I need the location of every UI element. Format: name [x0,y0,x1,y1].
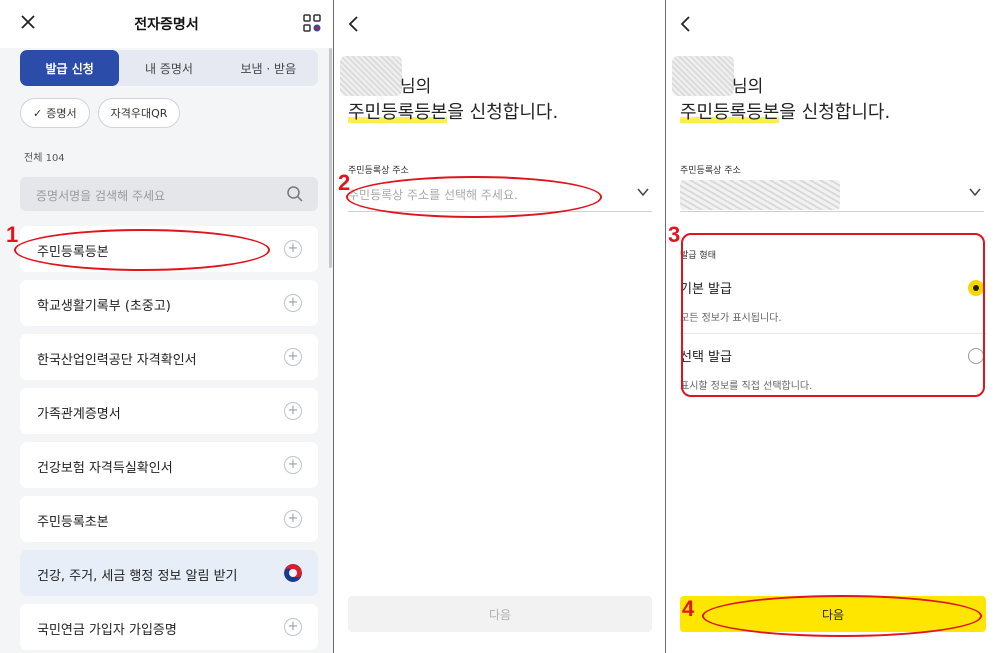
chip-label: 자격우대QR [110,107,168,120]
next-button[interactable]: 다음 [348,596,652,632]
certificate-list-screen: 전자증명서 발급 신청 내 증명서 보냄 · 받음 ✓ 증명서 자격우대QR 전… [0,0,333,653]
headline-rest: 을 신청합니다. [779,102,891,123]
search-placeholder: 증명서명을 검색해 주세요 [36,189,166,203]
back-arrow-icon[interactable] [346,14,362,34]
item-label: 학교생활기록부 (초중고) [37,299,171,314]
plus-icon[interactable]: + [284,618,302,636]
search-input[interactable]: 증명서명을 검색해 주세요 [20,177,318,211]
field-label: 주민등록상 주소 [348,166,409,176]
blurred-address [680,180,840,210]
annotation-oval-4 [702,595,982,637]
chip-qualification-qr[interactable]: 자격우대QR [97,98,181,128]
headline-highlight: 주민등록등본 [680,102,780,123]
headline-rest: 을 신청합니다. [447,102,559,123]
annotation-step-3: 3 [668,222,681,247]
plus-icon[interactable]: + [284,348,302,366]
chevron-down-icon[interactable] [636,185,650,199]
headline: 주민등록등본을 신청합니다. [680,98,890,124]
item-label: 건강, 주거, 세금 행정 정보 알림 받기 [37,569,238,584]
chevron-down-icon[interactable] [968,185,982,199]
page-title: 전자증명서 [134,17,199,33]
address-select-screen: 님의 주민등록등본을 신청합니다. 주민등록상 주소 주민등록상 주소를 선택해… [334,0,665,653]
greeting: 님의 [732,77,764,97]
list-item[interactable]: 한국산업인력공단 자격확인서 + [20,334,318,380]
list-item[interactable]: 건강, 주거, 세금 행정 정보 알림 받기 [20,550,318,596]
header: 전자증명서 [0,0,333,48]
blurred-user-name [340,56,402,96]
back-arrow-icon[interactable] [678,14,694,34]
address-dropdown[interactable] [680,180,984,212]
tab-apply[interactable]: 발급 신청 [20,50,120,86]
annotation-step-4: 4 [682,596,695,621]
item-label: 건강보험 자격득실확인서 [37,461,173,476]
korea-gov-emblem-icon [284,564,302,582]
annotation-box-3 [681,233,985,397]
tab-my-certificates[interactable]: 내 증명서 [119,50,218,86]
annotation-oval-1 [14,229,270,271]
tab-bar: 발급 신청 내 증명서 보냄 · 받음 [20,50,318,86]
headline-highlight: 주민등록등본 [348,102,448,123]
blurred-user-name [672,56,734,96]
scrollbar[interactable] [329,48,332,268]
plus-icon[interactable]: + [284,456,302,474]
check-icon: ✓ [33,106,43,120]
chip-certificate[interactable]: ✓ 증명서 [20,98,90,128]
item-label: 가족관계증명서 [37,407,121,422]
plus-icon[interactable]: + [284,240,302,258]
list-item[interactable]: 국민연금 가입자 가입증명 + [20,604,318,650]
item-label: 국민연금 가입자 가입증명 [37,623,177,638]
tab-sent-received[interactable]: 보냄 · 받음 [219,50,318,86]
total-count: 전체 104 [24,153,65,164]
plus-icon[interactable]: + [284,510,302,528]
certificate-list: 주민등록등본 + 학교생활기록부 (초중고) + 한국산업인력공단 자격확인서 … [20,226,318,653]
field-label: 주민등록상 주소 [680,166,741,176]
headline: 주민등록등본을 신청합니다. [348,98,558,124]
list-item[interactable]: 학교생활기록부 (초중고) + [20,280,318,326]
plus-icon[interactable]: + [284,294,302,312]
item-label: 주민등록초본 [37,515,109,530]
list-item[interactable]: 주민등록초본 + [20,496,318,542]
annotation-oval-2 [346,176,602,218]
item-label: 한국산업인력공단 자격확인서 [37,353,197,368]
plus-icon[interactable]: + [284,402,302,420]
search-icon[interactable] [286,185,304,203]
annotation-step-1: 1 [6,222,19,247]
chip-label: 증명서 [46,107,77,120]
list-item[interactable]: 가족관계증명서 + [20,388,318,434]
list-item[interactable]: 건강보험 자격득실확인서 + [20,442,318,488]
qr-grid-icon[interactable] [302,13,322,33]
greeting: 님의 [400,77,432,97]
filter-chips: ✓ 증명서 자격우대QR [20,98,181,128]
